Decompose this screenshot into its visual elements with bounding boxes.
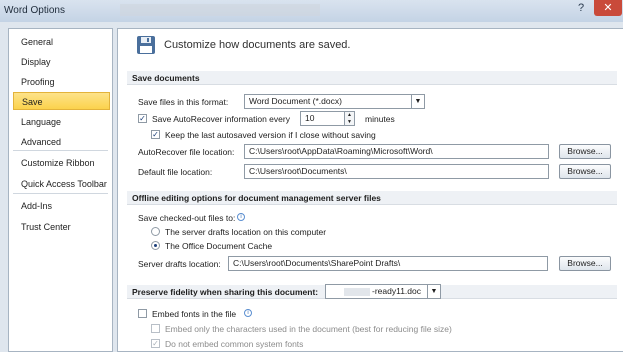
format-label: Save files in this format: [138,97,229,107]
server-drafts-input[interactable]: C:\Users\root\Documents\SharePoint Draft… [228,256,548,271]
page-header: Customize how documents are saved. [164,39,351,51]
sidebar-item-proofing[interactable]: Proofing [13,73,110,91]
embed-chars-checkbox[interactable] [151,324,160,333]
options-sidebar: General Display Proofing Save Language A… [8,28,113,352]
window-title: Word Options [4,5,65,16]
chevron-down-icon[interactable]: ▼ [427,285,440,298]
autorecover-location-label: AutoRecover file location: [138,147,235,157]
save-floppy-icon [137,36,155,54]
sidebar-item-trust-center[interactable]: Trust Center [13,218,110,236]
keep-last-label: Keep the last autosaved version if I clo… [165,130,376,140]
obscured-filename-region [344,288,370,296]
fidelity-document-value: -ready11.doc [372,286,421,296]
minutes-label: minutes [365,114,395,124]
autorecover-label: Save AutoRecover information every [152,114,290,124]
radio-office-cache-label: The Office Document Cache [165,241,273,251]
info-icon[interactable]: i [237,213,245,221]
embed-chars-label: Embed only the characters used in the do… [165,324,452,334]
autorecover-checkbox[interactable]: ✓ [138,114,147,123]
help-icon[interactable]: ? [571,0,591,16]
embed-fonts-label: Embed fonts in the file [152,309,237,319]
autorecover-browse-button[interactable]: Browse... [559,144,611,159]
sidebar-item-add-ins[interactable]: Add-Ins [13,197,110,215]
no-common-fonts-label: Do not embed common system fonts [165,339,304,349]
embed-fonts-checkbox[interactable] [138,309,147,318]
format-dropdown-value: Word Document (*.docx) [249,96,342,106]
keep-last-checkbox[interactable]: ✓ [151,130,160,139]
radio-server-drafts-label: The server drafts location on this compu… [165,227,327,237]
server-drafts-browse-button[interactable]: Browse... [559,256,611,271]
fidelity-document-dropdown[interactable]: -ready11.doc ▼ [325,284,441,299]
sidebar-item-language[interactable]: Language [13,113,110,131]
info-icon[interactable]: i [244,309,252,317]
radio-office-cache[interactable] [151,241,160,250]
default-location-input[interactable]: C:\Users\root\Documents\ [244,164,549,179]
sidebar-item-advanced[interactable]: Advanced [13,133,110,151]
close-icon[interactable]: ✕ [594,0,622,16]
section-offline-editing: Offline editing options for document man… [127,191,617,205]
sidebar-item-save[interactable]: Save [13,92,110,110]
radio-server-drafts[interactable] [151,227,160,236]
format-dropdown[interactable]: Word Document (*.docx) ▼ [244,94,425,109]
sidebar-item-general[interactable]: General [13,33,110,51]
sidebar-item-quick-access-toolbar[interactable]: Quick Access Toolbar [13,175,110,193]
checked-out-label: Save checked-out files to: [138,213,236,223]
sidebar-divider [13,150,108,151]
obscured-background-region [120,4,320,16]
sidebar-item-customize-ribbon[interactable]: Customize Ribbon [13,154,110,172]
autorecover-minutes-input[interactable]: 10 [300,111,345,126]
chevron-down-icon[interactable]: ▼ [411,95,424,108]
server-drafts-label: Server drafts location: [138,259,221,269]
minutes-spinner[interactable]: ▲ ▼ [345,111,355,126]
title-bar: Word Options ? ✕ [0,0,623,22]
no-common-fonts-checkbox[interactable]: ✓ [151,339,160,348]
section-save-documents: Save documents [127,71,617,85]
default-browse-button[interactable]: Browse... [559,164,611,179]
sidebar-item-display[interactable]: Display [13,53,110,71]
autorecover-location-input[interactable]: C:\Users\root\AppData\Roaming\Microsoft\… [244,144,549,159]
sidebar-divider [13,193,108,194]
default-location-label: Default file location: [138,167,213,177]
